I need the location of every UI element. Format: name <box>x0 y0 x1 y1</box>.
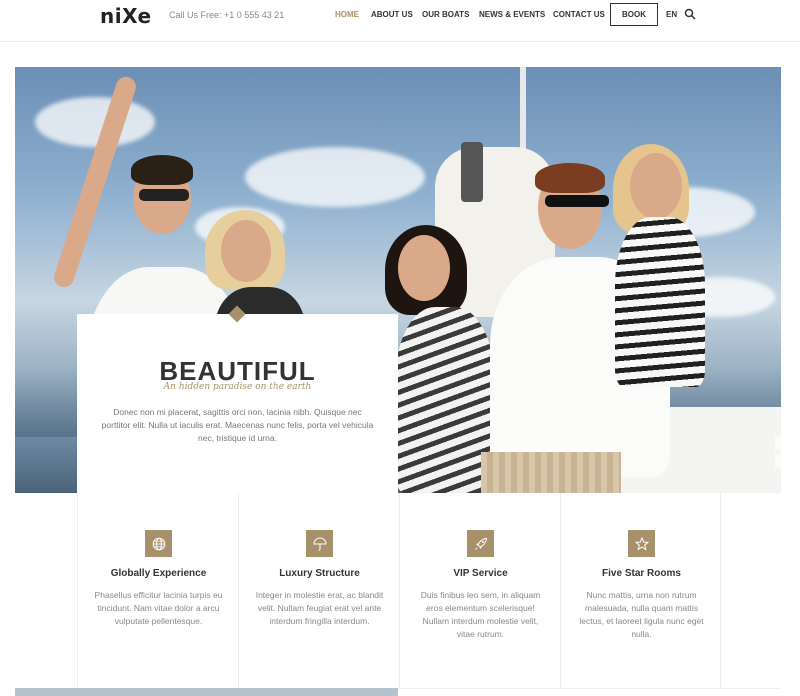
hero-caption-card <box>77 314 398 493</box>
search-icon[interactable] <box>684 8 696 20</box>
feature-title: VIP Service <box>453 568 508 579</box>
nav-news-events[interactable]: NEWS & EVENTS <box>479 10 545 19</box>
slider-prev-button[interactable] <box>775 436 781 450</box>
feature-card: Globally Experience Phasellus efficitur … <box>77 493 238 688</box>
next-section-image <box>15 688 398 696</box>
hero-description: Donec non mi placerat, sagittis orci non… <box>101 407 374 443</box>
feature-text: Duis finibus leo sem, in aliquam eros el… <box>420 590 541 639</box>
feature-title: Luxury Structure <box>279 568 360 579</box>
feature-title: Five Star Rooms <box>602 568 681 579</box>
phone-number: Call Us Free: +1 0 555 43 21 <box>169 10 285 20</box>
nav-contact-us[interactable]: CONTACT US <box>553 10 605 19</box>
rocket-icon <box>467 530 494 557</box>
slider-next-button[interactable] <box>775 454 781 468</box>
umbrella-icon <box>306 530 333 557</box>
star-icon <box>628 530 655 557</box>
logo[interactable]: niXe <box>100 4 152 28</box>
nav-about-us[interactable]: ABOUT US <box>371 10 413 19</box>
feature-card: Luxury Structure Integer in molestie era… <box>238 493 399 688</box>
site-header: niXe Call Us Free: +1 0 555 43 21 HOME A… <box>0 0 800 42</box>
globe-icon <box>145 530 172 557</box>
language-switcher[interactable]: EN <box>666 10 677 19</box>
feature-text: Integer in molestie erat, ac blandit vel… <box>255 590 384 626</box>
nav-our-boats[interactable]: OUR BOATS <box>422 10 469 19</box>
next-section-panel <box>398 688 781 696</box>
book-button[interactable]: BOOK <box>610 3 658 26</box>
nav-home[interactable]: HOME <box>335 10 359 19</box>
feature-card: Five Star Rooms Nunc mattis, urna non ru… <box>560 493 721 688</box>
feature-text: Nunc mattis, urna non rutrum malesuada, … <box>579 590 704 639</box>
feature-card: VIP Service Duis finibus leo sem, in ali… <box>399 493 560 688</box>
hero-subtitle: An hidden paradise on the earth <box>163 382 312 392</box>
features-section: Globally Experience Phasellus efficitur … <box>77 493 721 688</box>
feature-title: Globally Experience <box>110 568 207 579</box>
feature-text: Phasellus efficitur lacinia turpis eu ti… <box>94 590 223 626</box>
